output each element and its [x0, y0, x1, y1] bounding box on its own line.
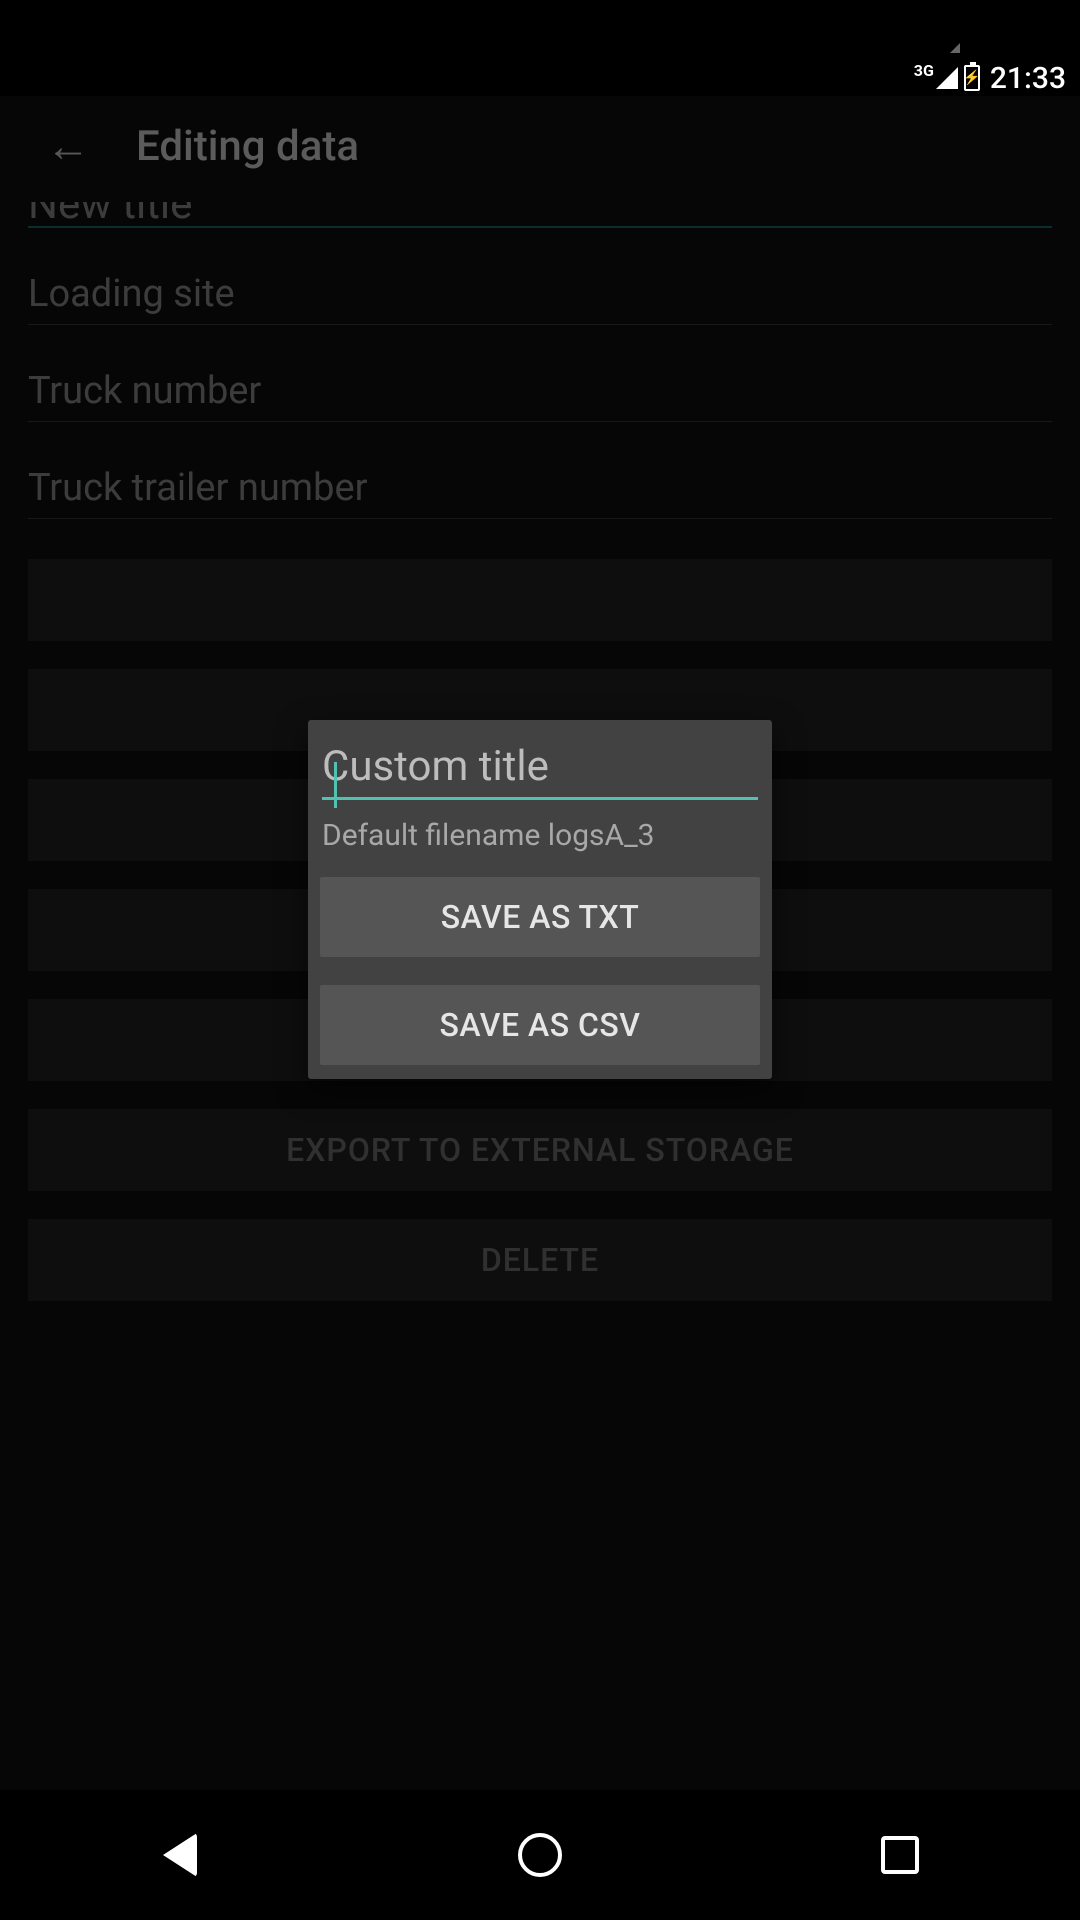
nav-back-button[interactable]	[150, 1825, 210, 1885]
status-bar: 3G ⚡ 21:33	[0, 60, 1080, 96]
signal-icon	[936, 67, 958, 89]
input-cursor	[334, 762, 337, 808]
screen-content: 3G ⚡ 21:33 ← Editing data New title Load…	[0, 60, 1080, 1790]
phone-frame: 3G ⚡ 21:33 ← Editing data New title Load…	[0, 0, 1080, 1920]
circle-icon	[518, 1833, 562, 1877]
save-dialog: Default filename logsA_3 SAVE AS TXT SAV…	[308, 720, 772, 1079]
default-filename-note: Default filename logsA_3	[320, 818, 760, 853]
nav-recent-button[interactable]	[870, 1825, 930, 1885]
custom-title-input[interactable]	[322, 740, 758, 800]
save-as-txt-button[interactable]: SAVE AS TXT	[320, 877, 760, 957]
save-as-csv-button[interactable]: SAVE AS CSV	[320, 985, 760, 1065]
clock: 21:33	[990, 61, 1066, 96]
triangle-icon	[163, 1833, 197, 1877]
nav-home-button[interactable]	[510, 1825, 570, 1885]
app-surface: ← Editing data New title Loading site Tr…	[0, 96, 1080, 1790]
system-nav-bar	[0, 1790, 1080, 1920]
battery-icon: ⚡	[964, 65, 980, 91]
square-icon	[881, 1836, 919, 1874]
network-label: 3G	[914, 61, 934, 80]
